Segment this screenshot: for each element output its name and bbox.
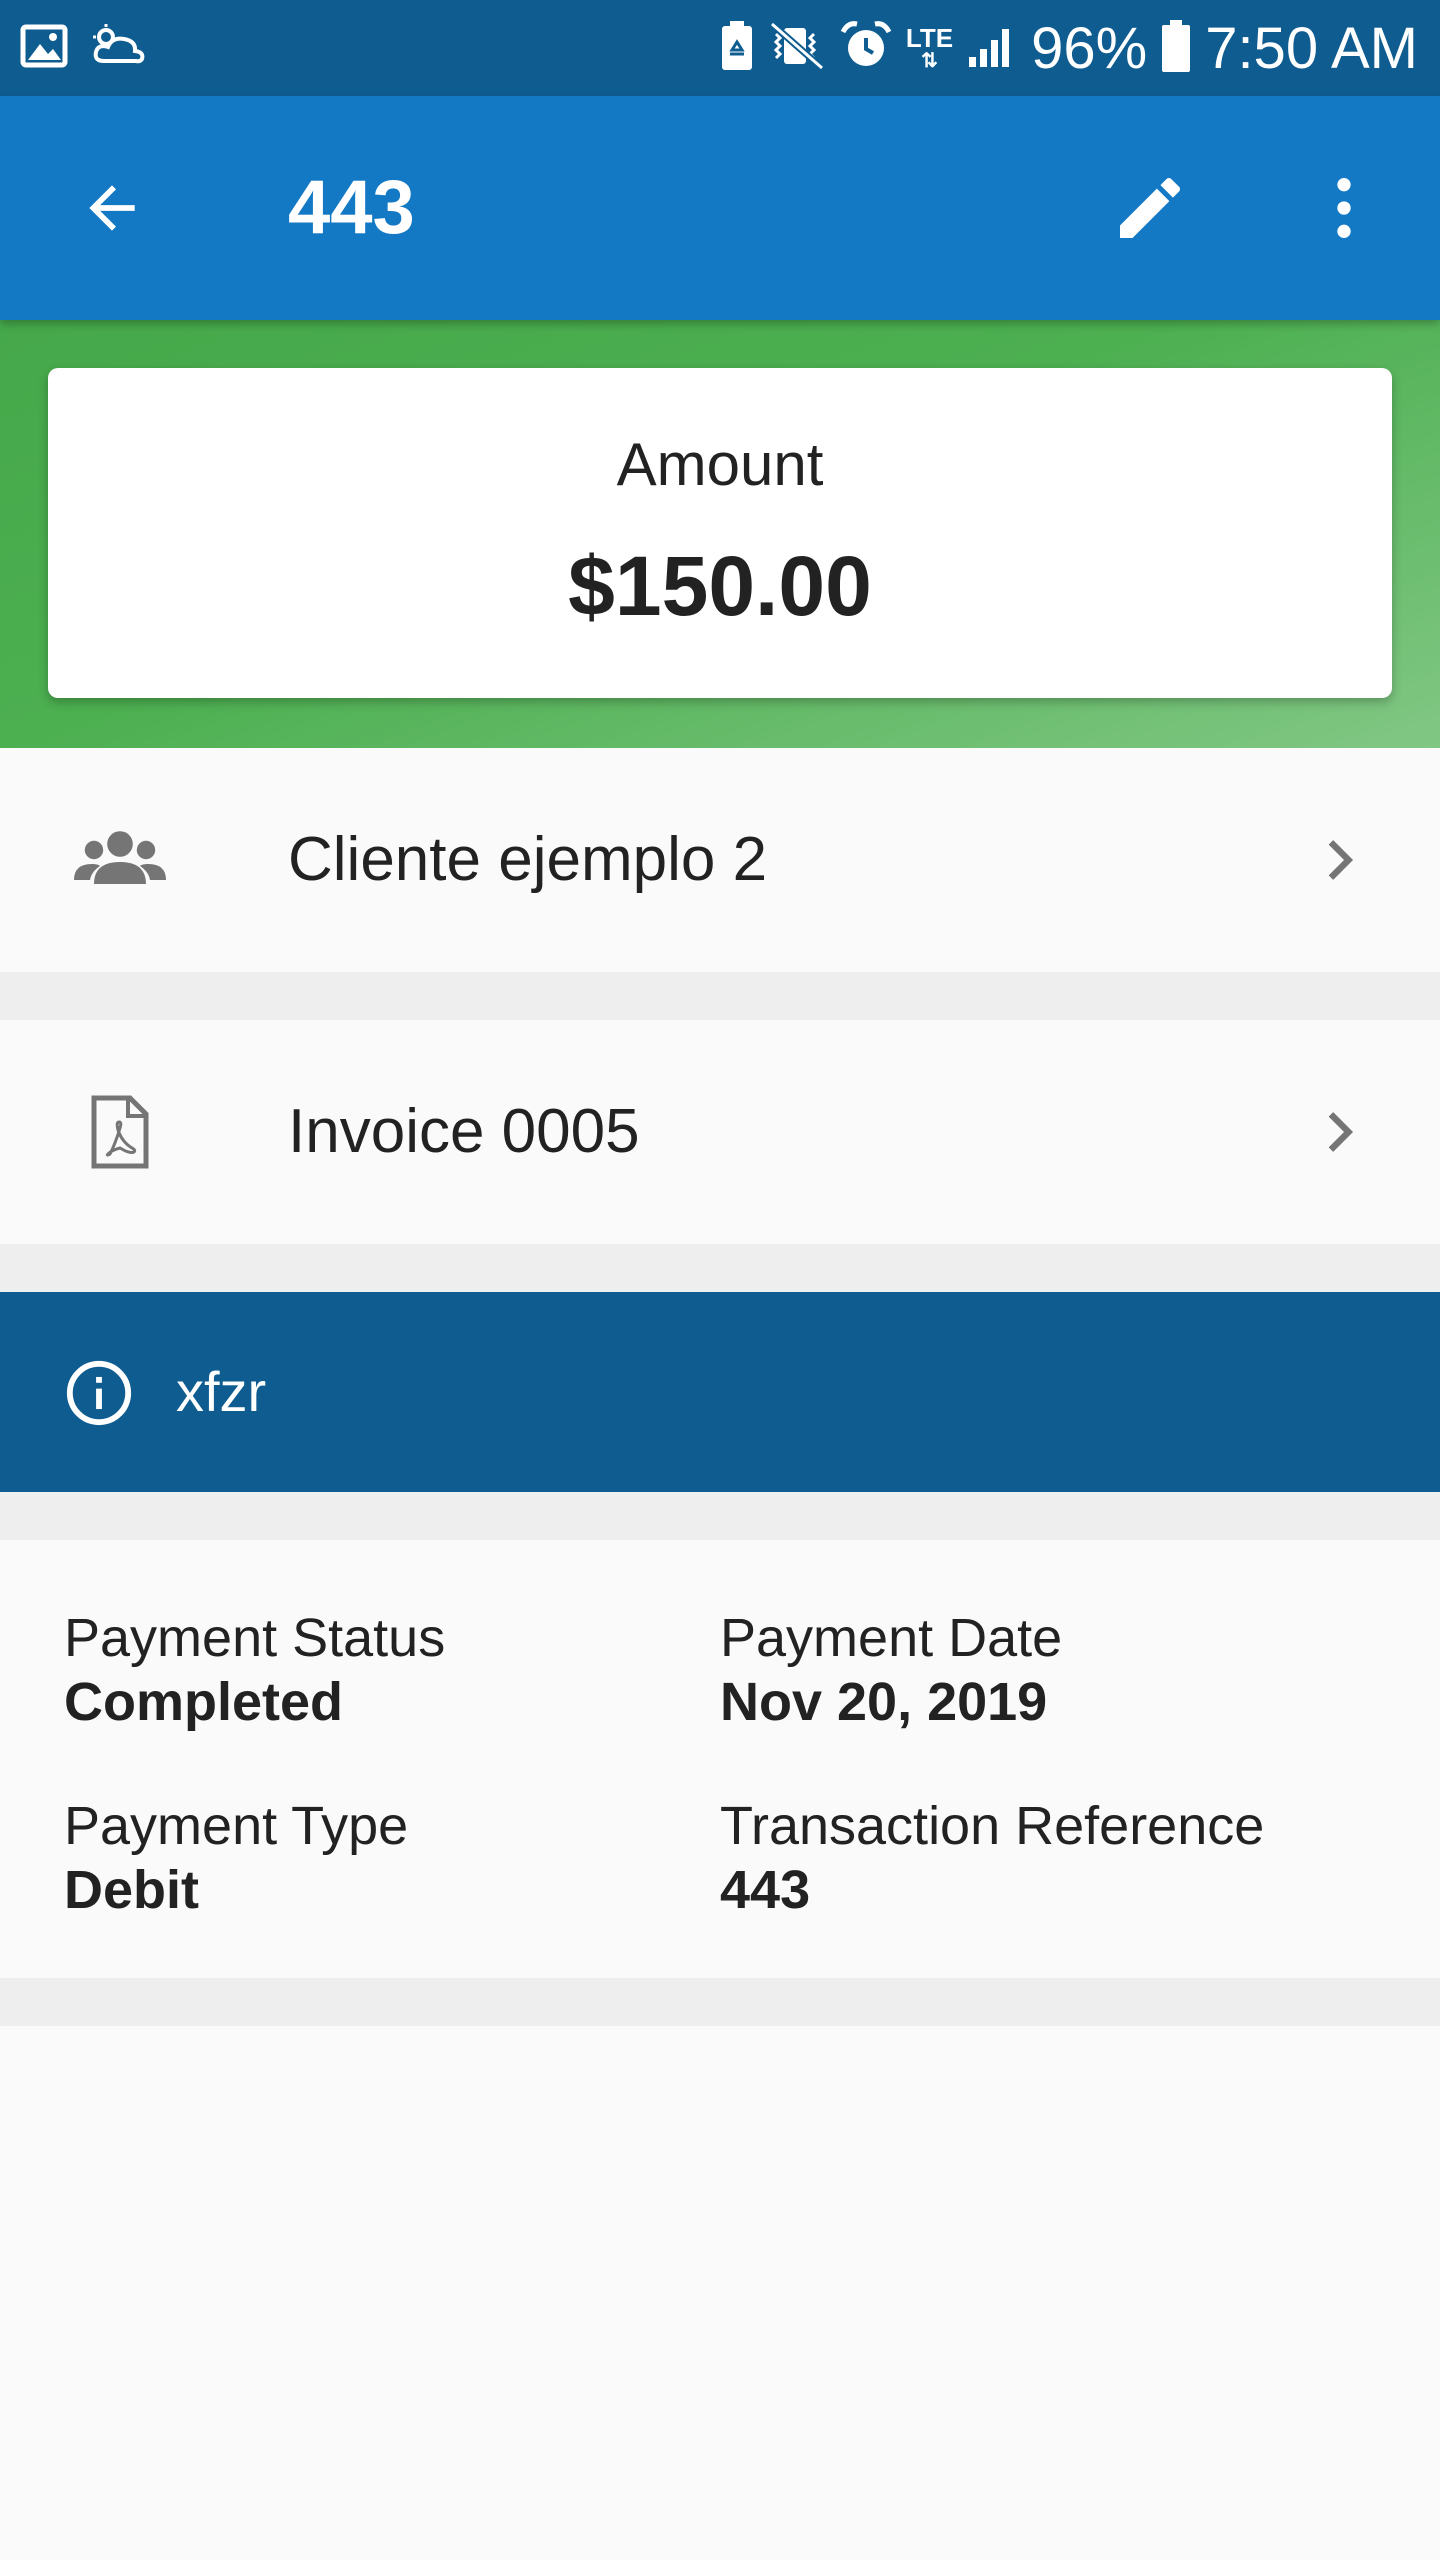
payment-type-field: Payment Type Debit — [64, 1794, 704, 1922]
more-options-button[interactable] — [1304, 168, 1384, 248]
amount-value: $150.00 — [568, 539, 872, 633]
edit-button[interactable] — [1110, 168, 1190, 248]
info-icon — [66, 1360, 132, 1426]
pdf-file-icon — [60, 1072, 180, 1192]
people-icon — [60, 800, 180, 920]
app-bar: 443 — [0, 96, 1440, 320]
image-icon — [20, 24, 68, 73]
chevron-right-icon — [1300, 820, 1380, 900]
battery-saver-icon — [720, 20, 754, 77]
payment-type-value: Debit — [64, 1860, 199, 1920]
vibrate-mute-icon — [768, 20, 826, 77]
invoice-name: Invoice 0005 — [288, 1097, 640, 1166]
clock: 7:50 AM — [1205, 15, 1418, 81]
status-bar: LTE ⇅ 96% 7:50 AM — [0, 0, 1440, 96]
payment-date-field: Payment Date Nov 20, 2019 — [720, 1606, 1360, 1734]
lte-icon: LTE ⇅ — [906, 25, 953, 71]
payment-status-field: Payment Status Completed — [64, 1606, 704, 1734]
section-divider — [0, 972, 1440, 1020]
memo-text: xfzr — [176, 1360, 267, 1423]
alarm-icon — [840, 20, 892, 77]
section-divider — [0, 1244, 1440, 1292]
payment-date-label: Payment Date — [720, 1608, 1063, 1668]
back-button[interactable] — [72, 168, 152, 248]
amount-hero: Amount $150.00 — [0, 320, 1440, 748]
memo-banner: xfzr — [0, 1292, 1440, 1492]
transaction-reference-field: Transaction Reference 443 — [720, 1794, 1360, 1922]
transaction-reference-label: Transaction Reference — [720, 1796, 1265, 1856]
amount-label: Amount — [616, 431, 824, 498]
lte-label: LTE — [905, 23, 954, 53]
more-vert-icon — [1337, 178, 1351, 238]
section-divider — [0, 1978, 1440, 2026]
arrow-back-icon — [89, 185, 135, 231]
section-divider — [0, 1492, 1440, 1540]
payment-details: Payment Status Completed Payment Date No… — [0, 1540, 1440, 1978]
payment-status-label: Payment Status — [64, 1608, 446, 1668]
payment-status-value: Completed — [64, 1672, 344, 1732]
status-right: LTE ⇅ 96% 7:50 AM — [720, 0, 1418, 96]
client-name: Cliente ejemplo 2 — [288, 825, 768, 894]
chevron-right-icon — [1300, 1092, 1380, 1172]
payment-date-value: Nov 20, 2019 — [720, 1672, 1048, 1732]
payment-type-label: Payment Type — [64, 1796, 409, 1856]
amount-card: Amount $150.00 — [48, 368, 1392, 698]
weather-cloud-icon — [90, 23, 148, 74]
empty-area — [0, 2026, 1440, 2560]
signal-icon — [967, 23, 1017, 74]
invoice-row[interactable]: Invoice 0005 — [0, 1020, 1440, 1244]
page-title: 443 — [288, 165, 415, 250]
data-arrows-icon: ⇅ — [921, 50, 938, 72]
battery-percent: 96% — [1031, 15, 1148, 81]
battery-icon — [1161, 19, 1191, 78]
client-row[interactable]: Cliente ejemplo 2 — [0, 748, 1440, 972]
pencil-icon — [1120, 177, 1181, 238]
transaction-reference-value: 443 — [720, 1860, 811, 1920]
status-left-icons — [20, 22, 148, 74]
